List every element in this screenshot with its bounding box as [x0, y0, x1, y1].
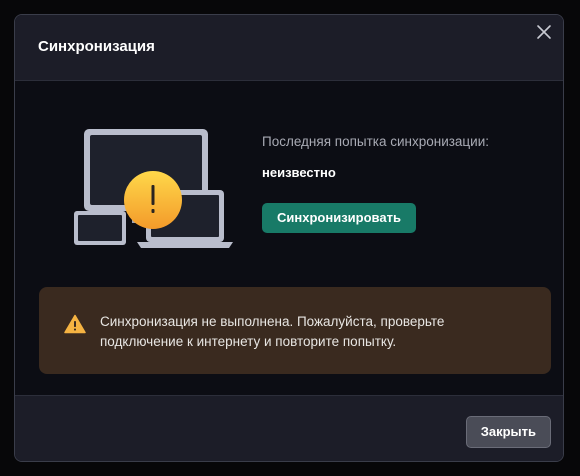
warning-banner: Синхронизация не выполнена. Пожалуйста, …: [39, 287, 551, 374]
dialog-footer: Закрыть: [15, 395, 563, 461]
last-attempt-label: Последняя попытка синхронизации:: [262, 134, 490, 149]
sync-info: Последняя попытка синхронизации: неизвес…: [262, 133, 489, 233]
dialog-header: Синхронизация: [15, 15, 563, 81]
warning-message: Синхронизация не выполнена. Пожалуйста, …: [100, 314, 445, 349]
sync-button[interactable]: Синхронизировать: [262, 203, 416, 233]
dialog-body: Последняя попытка синхронизации: неизвес…: [15, 81, 563, 395]
close-icon[interactable]: [531, 19, 557, 45]
dialog-title: Синхронизация: [38, 38, 155, 55]
close-button[interactable]: Закрыть: [465, 416, 551, 448]
warning-triangle-icon: [64, 314, 86, 334]
devices-warning-icon: [71, 129, 235, 251]
sync-dialog: Синхронизация Последняя попытка синхрони…: [14, 14, 564, 462]
last-attempt-value: неизвестно: [262, 165, 336, 180]
